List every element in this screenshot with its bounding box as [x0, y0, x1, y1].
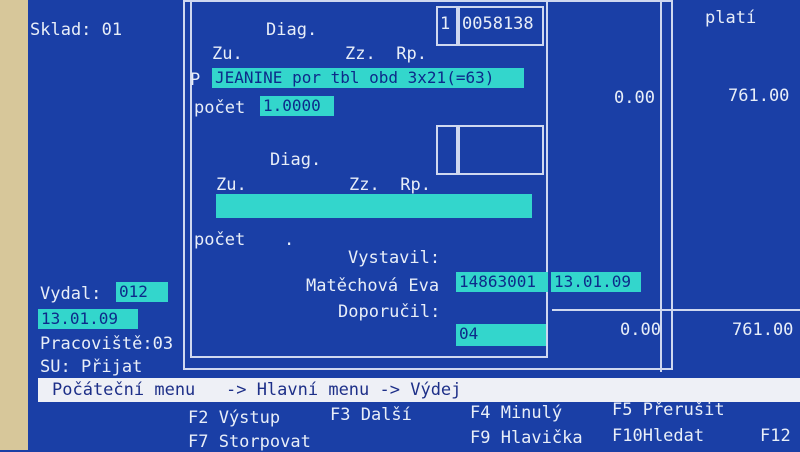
f12-key[interactable]: F12	[760, 426, 791, 446]
product-code-box-2[interactable]	[458, 125, 544, 175]
f2-vystup-key[interactable]: F2 Výstup	[188, 408, 280, 428]
pocet-label-1: počet	[194, 98, 246, 118]
diag-label-2: Diag.	[270, 150, 322, 170]
product-name-field[interactable]: JEANINE por tbl obd 3x21(=63)	[212, 68, 524, 88]
su-status: SU: Přijat	[40, 357, 143, 377]
line-number: 1	[440, 14, 451, 34]
sklad-label: Sklad: 01	[30, 20, 123, 40]
doporucil-label: Doporučil:	[338, 302, 441, 322]
doctor-name: Matěchová Eva	[306, 276, 440, 296]
vystavil-label: Vystavil:	[348, 248, 441, 268]
row1-total: 761.00	[728, 86, 790, 106]
f5-prerusit-key[interactable]: F5 Přerušit	[612, 400, 725, 420]
vydal-label: Vydal:	[40, 284, 102, 304]
doctor-date-field[interactable]: 13.01.09	[551, 272, 641, 292]
breadcrumb: Počáteční menu -> Hlavní menu -> Výdej	[52, 380, 462, 400]
p-label: P	[190, 70, 201, 90]
plati-header: platí	[705, 8, 757, 28]
row2-total: 761.00	[732, 320, 794, 340]
doctor-code-field[interactable]: 14863001	[456, 272, 548, 292]
pocet-field-2[interactable]: .	[284, 230, 294, 250]
product-name-field-2[interactable]	[216, 194, 532, 218]
columns-header-2: Zu. Zz. Rp.	[216, 175, 431, 195]
menu-breadcrumb-bar: Počáteční menu -> Hlavní menu -> Výdej	[38, 378, 800, 402]
pocet-label-2: počet	[194, 230, 246, 250]
pracoviste-label: Pracoviště:03	[40, 334, 174, 354]
vydal-code-field[interactable]: 012	[116, 282, 168, 302]
f10-hledat-key[interactable]: F10Hledat	[612, 426, 704, 446]
vydal-date-field[interactable]: 13.01.09	[38, 309, 138, 329]
diag-label-1: Diag.	[266, 20, 318, 40]
doporucil-field[interactable]: 04	[456, 324, 546, 346]
f3-dalsi-key[interactable]: F3 Další	[330, 405, 412, 425]
f4-minuly-key[interactable]: F4 Minulý	[470, 403, 562, 423]
line-number-box-2	[436, 125, 458, 175]
product-code: 0058138	[462, 14, 534, 34]
columns-header-1: Zu. Zz. Rp.	[212, 44, 427, 64]
monitor-bezel	[0, 0, 28, 450]
pocet-field-1[interactable]: 1.0000	[260, 96, 334, 116]
f7-storpovat-key[interactable]: F7 Storpovat	[188, 432, 311, 452]
f9-hlavicka-key[interactable]: F9 Hlavička	[470, 428, 583, 448]
